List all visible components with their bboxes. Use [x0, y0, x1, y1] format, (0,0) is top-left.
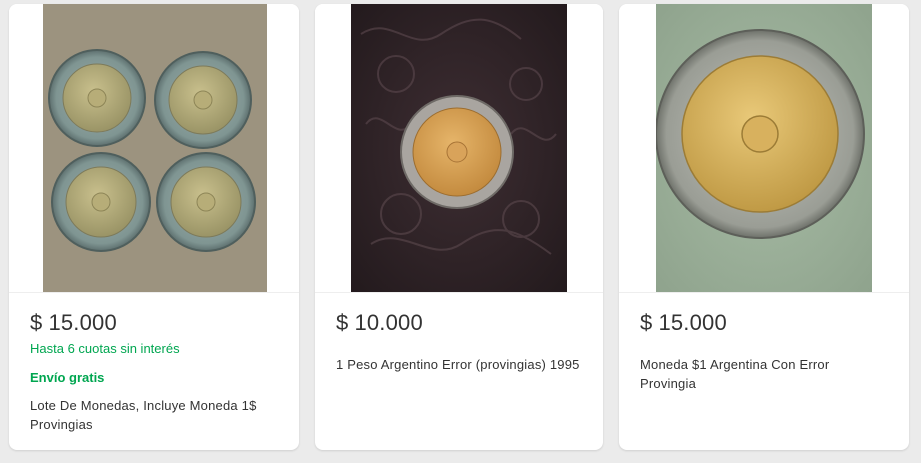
product-title-line-1: 1 Peso Argentino Error (provingias) 1995 [336, 357, 580, 372]
product-title[interactable]: Moneda $1 Argentina Con Error Provingia [640, 355, 893, 393]
product-title[interactable]: 1 Peso Argentino Error (provingias) 1995 [336, 355, 587, 374]
product-title[interactable]: Lote De Monedas, Incluye Moneda 1$ Provi… [30, 396, 283, 434]
product-image-3[interactable] [619, 4, 909, 293]
product-title-line-2: Provingias [30, 417, 93, 432]
product-image-1[interactable] [9, 4, 299, 293]
price: $ 10.000 [336, 309, 587, 337]
price: $ 15.000 [640, 309, 893, 337]
product-title-line-2: Provingia [640, 376, 696, 391]
closeup-coin-photo [656, 4, 872, 292]
price: $ 15.000 [30, 309, 283, 337]
card-info: $ 15.000 Hasta 6 cuotas sin interés Enví… [30, 309, 283, 434]
price-amount: 15.000 [48, 310, 117, 335]
price-amount: 15.000 [658, 310, 727, 335]
free-shipping-label: Envío gratis [30, 370, 105, 385]
product-card-1[interactable]: $ 15.000 Hasta 6 cuotas sin interés Enví… [9, 4, 299, 450]
four-coins-photo [43, 4, 267, 292]
product-card-2[interactable]: $ 10.000 1 Peso Argentino Error (proving… [315, 4, 603, 450]
currency-symbol: $ [640, 310, 653, 335]
card-info: $ 15.000 Moneda $1 Argentina Con Error P… [640, 309, 893, 393]
product-image-2[interactable] [315, 4, 603, 293]
single-coin-photo [351, 4, 567, 292]
product-title-line-1: Moneda $1 Argentina Con Error [640, 357, 830, 372]
currency-symbol: $ [336, 310, 349, 335]
currency-symbol: $ [30, 310, 43, 335]
product-card-3[interactable]: $ 15.000 Moneda $1 Argentina Con Error P… [619, 4, 909, 450]
price-amount: 10.000 [354, 310, 423, 335]
product-title-line-1: Lote De Monedas, Incluye Moneda 1$ [30, 398, 257, 413]
installments-text: Hasta 6 cuotas sin interés [30, 341, 180, 356]
card-info: $ 10.000 1 Peso Argentino Error (proving… [336, 309, 587, 374]
